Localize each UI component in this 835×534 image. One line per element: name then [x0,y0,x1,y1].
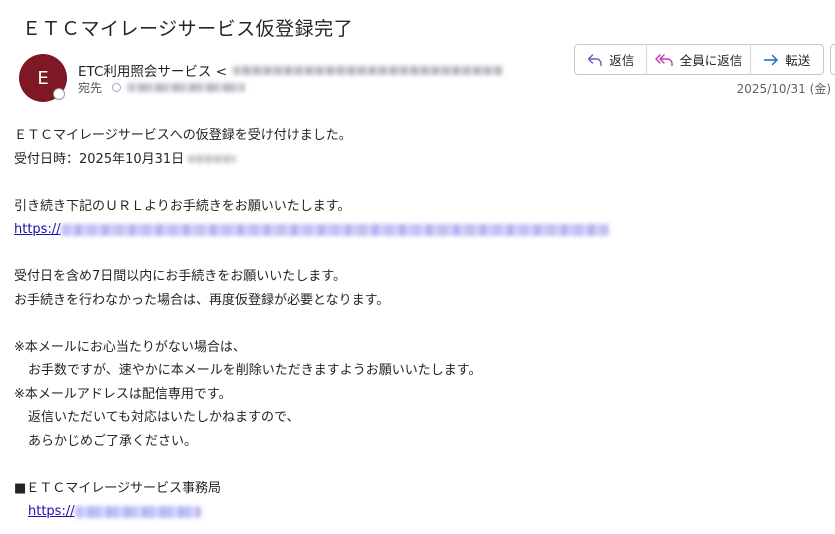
presence-status-icon [53,88,65,100]
signature-line: ■ＥＴＣマイレージサービス事務局 [14,480,222,496]
reply-all-label: 全員に返信 [679,53,743,68]
body-line: ※本メールアドレスは配信専用です。 [14,386,232,402]
email-subject: ＥＴＣマイレージサービス仮登録完了 [22,18,354,40]
forward-button[interactable]: 転送 [749,45,823,74]
receipt-datetime: 受付日時：2025年10月31日 [14,151,185,167]
body-line: あらかじめご了承ください。 [28,433,198,449]
reply-all-button[interactable]: 全員に返信 [646,45,749,74]
sender-line: ETC利用照会サービス < [78,60,504,80]
avatar-initial: E [37,67,49,89]
receipt-datetime-line: 受付日時：2025年10月31日 [14,148,829,172]
body-line: ※本メールにお心当たりがない場合は、 [14,339,246,355]
redacted-sender-email [233,65,504,75]
redacted-url[interactable] [60,223,609,236]
redacted-url[interactable] [74,505,201,518]
redacted-time [188,155,237,164]
registration-link-text[interactable]: https:// [14,218,61,242]
message-action-toolbar: 返信 全員に返信 転送 [574,44,824,75]
body-line: 受付日を含め7日間以内にお手続きをお願いいたします。 [14,269,346,284]
received-date: 2025/10/31 (金) [736,82,831,96]
body-line: 返信いただいても対応はいたしかねますので、 [28,410,300,425]
email-body: ＥＴＣマイレージサービスへの仮登録を受け付けました。 受付日時：2025年10月… [14,124,829,524]
more-actions-button[interactable] [830,44,835,75]
registration-link[interactable]: https:// [14,218,829,242]
forward-icon [764,54,778,65]
to-label: 宛先 [78,81,103,95]
recipient-line: 宛先 [78,79,246,96]
forward-label: 転送 [785,53,811,68]
office-link[interactable]: https:// [14,500,829,524]
body-line: お手続きを行わなかった場合は、再度仮登録が必要となります。 [14,292,390,308]
reply-button[interactable]: 返信 [575,45,646,74]
body-line: 引き続き下記のＵＲＬよりお手続きをお願いいたします。 [14,198,351,214]
recipient-presence-icon [112,83,122,92]
sender-name[interactable]: ETC利用照会サービス < [78,60,227,80]
reply-icon [588,53,602,66]
office-link-text[interactable]: https:// [28,500,75,524]
body-line: お手数ですが、速やかに本メールを削除いただきますようお願いいたします。 [28,363,482,378]
reply-label: 返信 [609,53,635,68]
body-line: ＥＴＣマイレージサービスへの仮登録を受け付けました。 [14,128,352,143]
reply-all-icon [655,53,673,66]
redacted-recipient-email[interactable] [127,83,246,92]
